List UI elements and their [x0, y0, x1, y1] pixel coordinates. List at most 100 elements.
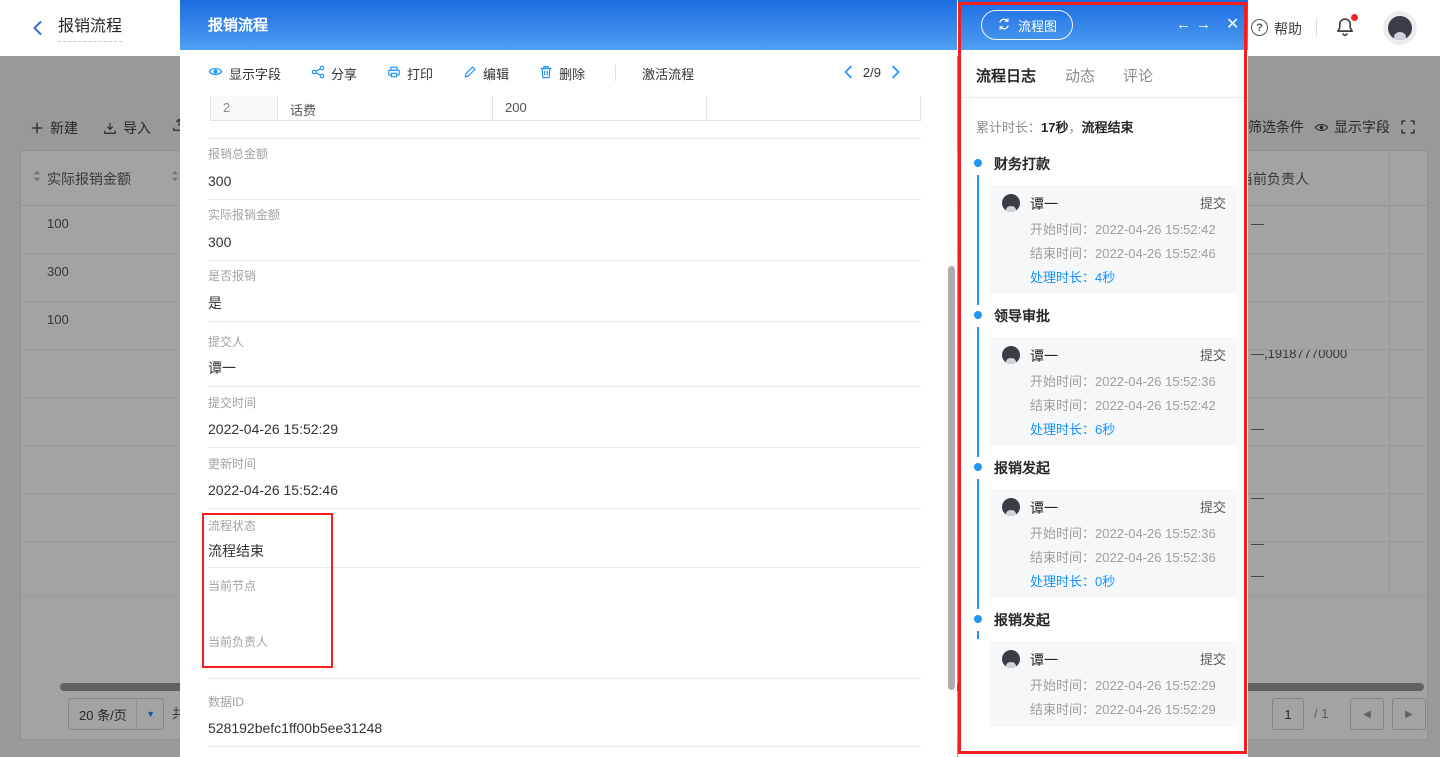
notification-bell-icon[interactable]	[1334, 16, 1356, 38]
timeline-connector	[977, 479, 979, 609]
field-value: 300	[208, 234, 231, 250]
timeline-user: 谭一	[1030, 500, 1058, 516]
timeline-action: 提交	[1200, 197, 1226, 212]
close-icon[interactable]: ✕	[1226, 15, 1239, 35]
flow-chart-icon	[997, 17, 1011, 34]
field-label: 提交时间	[208, 397, 256, 411]
field-label: 报销总金额	[208, 148, 268, 162]
tab-comments[interactable]: 评论	[1123, 68, 1153, 85]
record-pager-label: 2/9	[863, 66, 881, 81]
help-label[interactable]: 帮助	[1274, 21, 1302, 37]
timeline-dot	[974, 615, 982, 623]
timeline-card: 谭一 提交 开始时间：2022-04-26 15:52:36 结束时间：2022…	[990, 337, 1238, 445]
field-label: 实际报销金额	[208, 209, 280, 223]
prev-record-button[interactable]	[843, 65, 853, 82]
timeline-action: 提交	[1200, 501, 1226, 516]
drawer-toolbar: 显示字段 分享 打印 编辑 删除 激活流程	[208, 50, 724, 96]
subtable-extra-cell	[707, 96, 920, 120]
timeline-start: 开始时间：2022-04-26 15:52:42	[1030, 223, 1216, 238]
timeline-card: 谭一 提交 开始时间：2022-04-26 15:52:29 结束时间：2022…	[990, 641, 1238, 727]
timeline-duration: 处理时长：0秒	[1030, 575, 1115, 590]
subtable-name-cell: 话费	[278, 96, 493, 120]
field-label: 更新时间	[208, 458, 256, 472]
flow-summary: 累计时长：17秒，流程结束	[976, 121, 1134, 136]
nav-next-icon[interactable]: →	[1196, 15, 1211, 35]
timeline-end: 结束时间：2022-04-26 15:52:29	[1030, 703, 1216, 718]
timeline-node-title: 财务打款	[994, 156, 1050, 172]
timeline-end: 结束时间：2022-04-26 15:52:42	[1030, 399, 1216, 414]
timeline-duration: 处理时长：4秒	[1030, 271, 1115, 286]
user-avatar	[1002, 194, 1020, 212]
timeline-node-title: 报销发起	[994, 612, 1050, 628]
field-label: 当前节点	[208, 580, 256, 594]
user-avatar	[1002, 346, 1020, 364]
field-label: 数据ID	[208, 696, 244, 710]
field-label: 是否报销	[208, 270, 256, 284]
detail-subtable-row[interactable]: 2 话费 200	[210, 96, 921, 121]
tabs-divider	[958, 97, 1248, 98]
timeline-action: 提交	[1200, 653, 1226, 668]
timeline-dot	[974, 311, 982, 319]
record-detail-drawer: 报销流程 显示字段 分享 打印 编辑 删除	[180, 0, 957, 757]
timeline-user: 谭一	[1030, 652, 1058, 668]
topbar-divider	[1316, 18, 1317, 36]
drawer-header	[180, 0, 957, 50]
user-avatar	[1002, 650, 1020, 668]
field-value: 谭一	[208, 360, 236, 376]
print-button[interactable]: 打印	[387, 64, 433, 83]
user-avatar[interactable]	[1383, 11, 1417, 45]
subtable-index-cell: 2	[211, 96, 278, 120]
timeline-dot	[974, 463, 982, 471]
back-icon[interactable]	[30, 20, 46, 41]
timeline-user: 谭一	[1030, 196, 1058, 212]
vertical-scrollbar[interactable]	[948, 266, 955, 690]
timeline-start: 开始时间：2022-04-26 15:52:29	[1030, 679, 1216, 694]
next-record-button[interactable]	[891, 65, 901, 82]
record-pager: 2/9	[843, 50, 901, 96]
page-title: 报销流程	[58, 18, 122, 42]
timeline-connector	[977, 327, 979, 457]
app-root: 报销流程 ? 帮助 新建 导入 筛选条件 显示字段	[0, 0, 1440, 757]
tab-flow-log[interactable]: 流程日志	[976, 68, 1036, 85]
flow-chart-button[interactable]: 流程图	[981, 10, 1073, 40]
field-value: 是	[208, 295, 222, 311]
field-value: 2022-04-26 15:52:46	[208, 482, 338, 498]
delete-button[interactable]: 删除	[539, 64, 585, 83]
toolbar-separator	[615, 65, 616, 81]
notification-badge	[1351, 14, 1358, 21]
timeline-node-title: 报销发起	[994, 460, 1050, 476]
subtable-amount-cell: 200	[493, 96, 707, 120]
field-value: 528192befc1ff00b5ee31248	[208, 720, 382, 736]
timeline-connector	[977, 631, 979, 639]
activate-workflow-button[interactable]: 激活流程	[642, 64, 694, 83]
timeline-action: 提交	[1200, 349, 1226, 364]
timeline-duration: 处理时长：6秒	[1030, 423, 1115, 438]
timeline-card: 谭一 提交 开始时间：2022-04-26 15:52:36 结束时间：2022…	[990, 489, 1238, 597]
field-value: 300	[208, 173, 231, 189]
edit-button[interactable]: 编辑	[463, 64, 509, 83]
timeline-start: 开始时间：2022-04-26 15:52:36	[1030, 527, 1216, 542]
nav-prev-icon[interactable]: ←	[1176, 15, 1191, 35]
help-icon[interactable]: ?	[1251, 19, 1268, 36]
timeline-end: 结束时间：2022-04-26 15:52:36	[1030, 551, 1216, 566]
timeline-connector	[977, 175, 979, 305]
timeline-start: 开始时间：2022-04-26 15:52:36	[1030, 375, 1216, 390]
timeline-node-title: 领导审批	[994, 308, 1050, 324]
timeline-dot	[974, 159, 982, 167]
user-avatar	[1002, 498, 1020, 516]
timeline-card: 谭一 提交 开始时间：2022-04-26 15:52:42 结束时间：2022…	[990, 185, 1238, 293]
field-label: 提交人	[208, 336, 244, 350]
share-button[interactable]: 分享	[311, 64, 357, 83]
field-value: 流程结束	[208, 543, 264, 559]
tab-activity[interactable]: 动态	[1065, 68, 1095, 85]
eye-icon	[208, 64, 223, 82]
field-value: 2022-04-26 15:52:29	[208, 421, 338, 437]
drawer-title: 报销流程	[208, 17, 268, 34]
pencil-icon	[463, 65, 477, 82]
field-label: 当前负责人	[208, 636, 268, 650]
printer-icon	[387, 65, 401, 82]
trash-icon	[539, 65, 553, 82]
share-icon	[311, 65, 325, 82]
show-fields-button[interactable]: 显示字段	[208, 64, 281, 83]
timeline-end: 结束时间：2022-04-26 15:52:46	[1030, 247, 1216, 262]
